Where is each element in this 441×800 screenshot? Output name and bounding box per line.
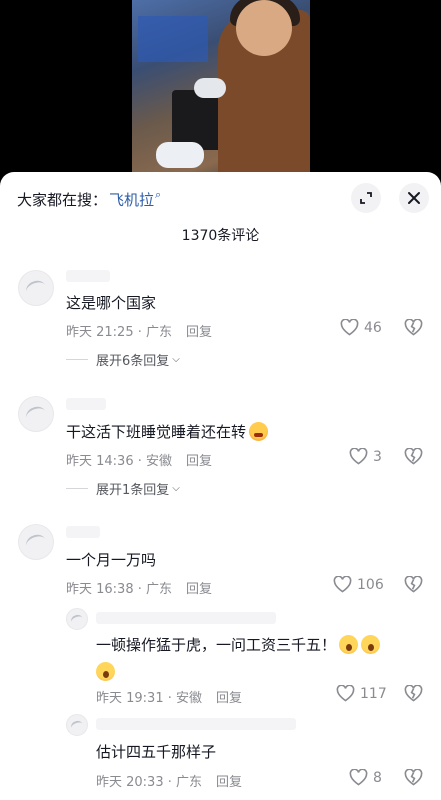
expand-replies-label: 展开6条回复 [96, 354, 170, 369]
dislike-button[interactable] [404, 768, 423, 790]
broken-heart-icon [404, 318, 423, 336]
reply-time: 昨天 19:31 · 安徽 [96, 691, 202, 706]
heart-icon [336, 685, 355, 702]
chevron-down-icon: ⌵ [172, 354, 180, 365]
comment-text[interactable]: 一个月一万吗 [66, 549, 156, 570]
comment-text-content: 干这活下班睡觉睡着还在转 [66, 423, 247, 441]
search-term-link[interactable]: 飞机拉 [109, 189, 154, 210]
search-prefix: 大家都在搜： [17, 190, 108, 209]
video-glove [194, 78, 226, 98]
comment-count: 1370条评论 [181, 228, 260, 244]
username-blurred[interactable] [96, 718, 296, 730]
divider [66, 488, 88, 489]
reply-time: 昨天 20:33 · 广东 [96, 775, 202, 790]
expand-replies-button[interactable]: 展开6条回复 ⌵ [66, 350, 180, 369]
heart-icon [340, 319, 359, 336]
avatar[interactable] [66, 714, 88, 736]
comment-time: 昨天 14:36 · 安徽 [66, 454, 172, 469]
reply-text[interactable]: 一顿操作猛于虎，一问工资三千五！ [96, 632, 416, 686]
like-count: 8 [373, 769, 382, 786]
username-blurred[interactable] [66, 398, 106, 410]
avatar[interactable] [18, 524, 54, 560]
reply-button[interactable]: 回复 [186, 321, 212, 340]
video-person [218, 0, 310, 175]
reply-button[interactable]: 回复 [186, 450, 212, 469]
shocked-emoji-icon [361, 635, 381, 654]
reply-button[interactable]: 回复 [216, 687, 242, 706]
broken-heart-icon [404, 575, 423, 593]
shocked-emoji-icon [339, 635, 359, 654]
heart-icon [349, 448, 368, 465]
expand-replies-label: 展开1条回复 [96, 483, 170, 498]
heart-icon [349, 769, 368, 786]
like-button[interactable]: 3 [349, 448, 382, 465]
dislike-button[interactable] [404, 575, 423, 597]
reply-meta: 昨天 20:33 · 广东 回复 [96, 771, 242, 790]
avatar[interactable] [18, 270, 54, 306]
video-frame [132, 0, 310, 175]
like-button[interactable]: 46 [340, 319, 382, 336]
reply-button[interactable]: 回复 [216, 771, 242, 790]
like-count: 46 [364, 319, 382, 336]
dislike-button[interactable] [404, 447, 423, 469]
like-button[interactable]: 117 [336, 685, 387, 702]
heart-icon [333, 576, 352, 593]
comment-meta: 昨天 14:36 · 安徽 回复 [66, 450, 212, 469]
like-count: 117 [360, 685, 387, 702]
comment-time: 昨天 16:38 · 广东 [66, 582, 172, 597]
avatar[interactable] [66, 608, 88, 630]
search-suggestion[interactable]: 大家都在搜： 飞机拉 ⌕ [17, 188, 161, 210]
like-button[interactable]: 106 [333, 576, 384, 593]
username-blurred[interactable] [66, 526, 100, 538]
broken-heart-icon [404, 684, 423, 702]
video-shelf [138, 16, 208, 62]
username-blurred[interactable] [66, 270, 110, 282]
username-blurred[interactable] [96, 612, 276, 624]
comment-meta: 昨天 21:25 · 广东 回复 [66, 321, 212, 340]
dislike-button[interactable] [404, 684, 423, 706]
comment-time: 昨天 21:25 · 广东 [66, 325, 172, 340]
expand-button[interactable] [351, 183, 381, 213]
video-glove [156, 142, 204, 168]
video-area[interactable] [0, 0, 441, 180]
angry-emoji-icon [249, 422, 269, 441]
reply-meta: 昨天 19:31 · 安徽 回复 [96, 687, 242, 706]
reply-text[interactable]: 估计四五千那样子 [96, 741, 216, 762]
close-button[interactable] [399, 183, 429, 213]
chevron-down-icon: ⌵ [172, 483, 180, 494]
close-icon [408, 192, 420, 204]
divider [66, 359, 88, 360]
like-count: 106 [357, 576, 384, 593]
comment-text[interactable]: 这是哪个国家 [66, 292, 156, 313]
broken-heart-icon [404, 768, 423, 786]
video-head [236, 0, 292, 56]
broken-heart-icon [404, 447, 423, 465]
comments-sheet: 大家都在搜： 飞机拉 ⌕ 1370条评论 这是哪个国家 昨天 21:25 · 广… [0, 172, 441, 800]
dislike-button[interactable] [404, 318, 423, 340]
reply-button[interactable]: 回复 [186, 578, 212, 597]
expand-replies-button[interactable]: 展开1条回复 ⌵ [66, 479, 180, 498]
comment-meta: 昨天 16:38 · 广东 回复 [66, 578, 212, 597]
search-icon: ⌕ [155, 188, 162, 201]
comment-text[interactable]: 干这活下班睡觉睡着还在转 [66, 421, 269, 442]
shocked-emoji-icon [96, 662, 115, 681]
expand-icon [360, 192, 372, 204]
like-count: 3 [373, 448, 382, 465]
avatar[interactable] [18, 396, 54, 432]
like-button[interactable]: 8 [349, 769, 382, 786]
reply-text-content: 一顿操作猛于虎，一问工资三千五！ [96, 636, 337, 654]
